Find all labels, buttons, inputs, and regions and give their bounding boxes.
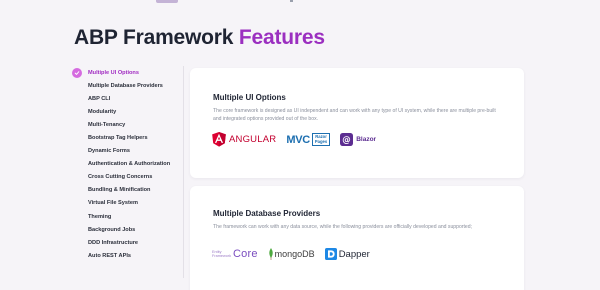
entity-framework-core-logo: Entity Framework Core xyxy=(212,248,258,260)
sidebar-item-ddd-infrastructure[interactable]: DDD Infrastructure xyxy=(72,236,188,249)
page-title-accent: Features xyxy=(238,26,325,49)
card-description: The core framework is designed as UI ind… xyxy=(213,108,496,122)
card-title: Multiple UI Options xyxy=(213,93,286,102)
sidebar-item-theming[interactable]: Theming xyxy=(72,210,188,223)
sidebar-item-label: Auto REST APIs xyxy=(88,252,131,259)
feature-sidebar: Multiple UI Options Multiple Database Pr… xyxy=(72,66,188,262)
angular-logo-text: ANGULAR xyxy=(229,134,277,145)
angular-logo: ANGULAR xyxy=(212,132,276,147)
sidebar-item-label: DDD Infrastructure xyxy=(88,239,139,246)
sidebar-item-multiple-database-providers[interactable]: Multiple Database Providers xyxy=(72,79,188,92)
ui-logos-row: ANGULAR MVC Razor Pages @ Blazor xyxy=(212,132,386,147)
sidebar-item-label: Multiple Database Providers xyxy=(88,82,163,89)
sidebar-item-label: Authentication & Authorization xyxy=(88,161,171,168)
top-nav-fragment xyxy=(290,0,293,2)
sidebar-item-label: Theming xyxy=(88,213,112,220)
sidebar-item-auto-rest-apis[interactable]: Auto REST APIs xyxy=(72,249,188,262)
blazor-logo: @ Blazor xyxy=(340,133,376,146)
sidebar-item-label: Modularity xyxy=(88,108,117,115)
blazor-logo-icon: @ xyxy=(340,133,354,146)
mongodb-leaf-icon xyxy=(268,248,273,260)
sidebar-item-multiple-ui-options[interactable]: Multiple UI Options xyxy=(72,66,188,79)
sidebar-item-authentication-authorization[interactable]: Authentication & Authorization xyxy=(72,158,188,171)
check-circle-icon xyxy=(72,67,82,78)
razor-pages-badge: Razor Pages xyxy=(311,132,331,147)
blazor-logo-text: Blazor xyxy=(356,136,377,143)
sidebar-item-label: Multi-Tenancy xyxy=(88,121,126,128)
sidebar-item-dynamic-forms[interactable]: Dynamic Forms xyxy=(72,145,188,158)
feature-card-ui-options: Multiple UI Options The core framework i… xyxy=(190,68,524,178)
sidebar-item-bootstrap-tag-helpers[interactable]: Bootstrap Tag Helpers xyxy=(72,131,188,144)
db-logos-row: Entity Framework Core mongoDB Dapper xyxy=(212,248,380,260)
svg-text:@: @ xyxy=(343,134,351,144)
sidebar-item-modularity[interactable]: Modularity xyxy=(72,105,188,118)
sidebar-divider xyxy=(183,66,184,278)
ef-core-text: Core xyxy=(233,248,258,260)
feature-card-database-providers: Multiple Database Providers The framewor… xyxy=(190,186,524,290)
sidebar-item-cross-cutting-concerns[interactable]: Cross Cutting Concerns xyxy=(72,171,188,184)
dapper-logo: Dapper xyxy=(324,248,370,260)
card-title: Multiple Database Providers xyxy=(213,209,321,218)
mvc-razor-pages-logo: MVC Razor Pages xyxy=(286,132,331,147)
mongodb-logo-text: mongoDB xyxy=(274,249,315,259)
sidebar-item-label: Multiple UI Options xyxy=(88,69,139,76)
sidebar-item-background-jobs[interactable]: Background Jobs xyxy=(72,223,188,236)
angular-logo-icon xyxy=(212,132,226,147)
sidebar-item-label: ABP CLI xyxy=(88,95,111,102)
top-nav-active-indicator xyxy=(156,0,178,3)
sidebar-item-bundling-minification[interactable]: Bundling & Minification xyxy=(72,184,188,197)
sidebar-item-label: Bootstrap Tag Helpers xyxy=(88,135,148,142)
sidebar-item-abp-cli[interactable]: ABP CLI xyxy=(72,92,188,105)
mvc-logo-text: MVC xyxy=(286,133,310,146)
sidebar-item-label: Bundling & Minification xyxy=(88,187,151,194)
sidebar-item-label: Virtual File System xyxy=(88,200,138,207)
sidebar-item-multi-tenancy[interactable]: Multi-Tenancy xyxy=(72,118,188,131)
dapper-logo-text: Dapper xyxy=(338,248,370,260)
card-description: The framework can work with any data sou… xyxy=(213,224,472,230)
sidebar-item-label: Cross Cutting Concerns xyxy=(88,174,153,181)
dapper-logo-icon xyxy=(324,248,337,260)
sidebar-item-label: Background Jobs xyxy=(88,226,136,233)
ef-core-caption: Entity Framework xyxy=(212,250,231,258)
sidebar-item-label: Dynamic Forms xyxy=(88,148,130,155)
sidebar-item-virtual-file-system[interactable]: Virtual File System xyxy=(72,197,188,210)
mongodb-logo: mongoDB xyxy=(268,248,315,260)
page-title: ABP Framework Features xyxy=(74,26,325,49)
